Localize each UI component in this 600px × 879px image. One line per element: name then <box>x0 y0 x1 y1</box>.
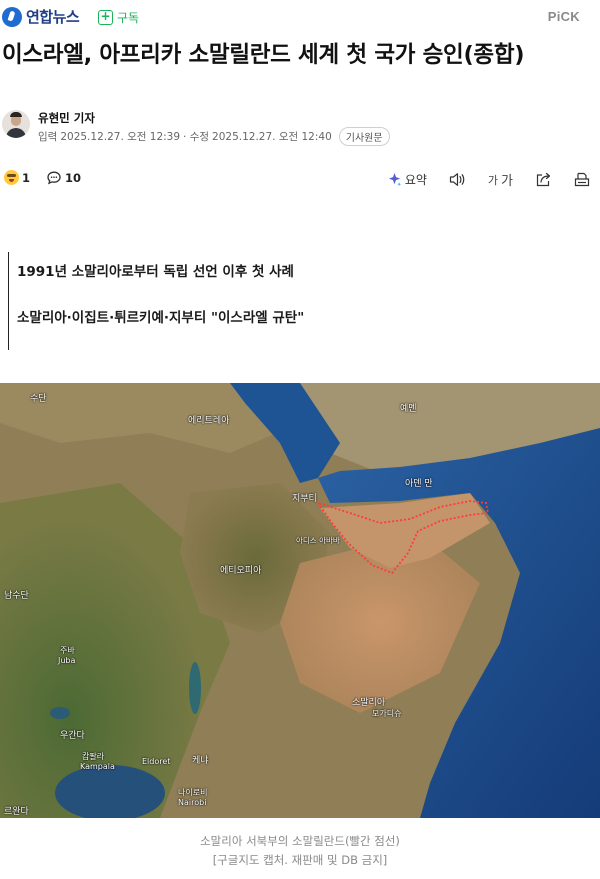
map-label-eldoret: Eldoret <box>142 757 171 766</box>
sparkle-icon <box>388 172 401 187</box>
reaction-count: 1 <box>22 170 31 185</box>
modified-label: · 수정 <box>183 131 210 143</box>
map-label-sudan: 수단 <box>30 394 47 404</box>
comment-icon <box>47 171 61 185</box>
reporter-avatar[interactable] <box>2 110 30 138</box>
map-label-juba-en: Juba <box>58 656 76 665</box>
map-label-uganda: 우간다 <box>60 731 85 741</box>
press-brand[interactable]: 연합뉴스 <box>2 6 80 27</box>
map-label-kampala: 캄팔라 <box>82 752 105 761</box>
map-label-djibouti: 지부티 <box>292 494 317 504</box>
speaker-icon <box>449 173 465 186</box>
summary-line-2: 소말리아·이집트·튀르키예·지부티 "이스라엘 규탄" <box>17 310 305 326</box>
summary-line-1: 1991년 소말리아로부터 독립 선언 이후 첫 사례 <box>17 264 294 280</box>
comment-count: 10 <box>65 171 82 185</box>
subscribe-button[interactable]: + 구독 <box>98 9 139 26</box>
map-label-kenya: 케냐 <box>192 756 209 766</box>
font-size-button[interactable]: 가가 <box>487 170 513 190</box>
map-label-nairobi: 나이로비 <box>178 788 208 797</box>
map-label-somalia: 소말리아 <box>352 698 386 708</box>
map-label-nairobi-en: Nairobi <box>178 798 207 807</box>
map-label-addis-ababa: 아디스 아바바 <box>296 536 340 545</box>
input-label: 입력 <box>38 131 58 143</box>
modified-date: 2025.12.27. 오전 12:40 <box>212 131 332 143</box>
map-label-mogadishu: 모가디슈 <box>372 709 402 718</box>
caption-line-1: 소말리아 서북부의 소말릴란드(빨간 점선) <box>200 834 400 848</box>
input-date: 2025.12.27. 오전 12:39 <box>60 131 181 143</box>
print-icon <box>574 172 590 187</box>
summary-label: 요약 <box>404 173 427 187</box>
article-headline: 이스라엘, 아프리카 소말릴란드 세계 첫 국가 승인(종합) <box>2 42 525 68</box>
article-map-image[interactable]: 수단 에리트레아 예멘 아덴 만 지부티 아디스 아바바 에티오피아 남수단 주… <box>0 383 600 818</box>
map-label-south-sudan: 남수단 <box>4 591 29 601</box>
top-bar: 연합뉴스 + 구독 PiCK <box>0 0 600 34</box>
listen-button[interactable] <box>449 172 466 187</box>
map-label-kampala-en: Kampala <box>80 762 115 771</box>
map-label-juba: 주바 <box>60 646 75 655</box>
image-caption: 소말리아 서북부의 소말릴란드(빨간 점선) [구글지도 캡처. 재판매 및 D… <box>0 832 600 870</box>
reporter-name[interactable]: 유현민 기자 <box>38 110 95 126</box>
summary-button[interactable]: 요약 <box>387 171 427 188</box>
map-label-ethiopia: 에티오피아 <box>220 566 262 576</box>
byline: 유현민 기자 입력 2025.12.27. 오전 12:39 · 수정 2025… <box>2 110 582 146</box>
map-label-rwanda: 르완다 <box>4 807 29 817</box>
article-dates: 입력 2025.12.27. 오전 12:39 · 수정 2025.12.27.… <box>38 127 393 146</box>
brand-logo-icon <box>2 6 22 27</box>
map-label-yemen: 예멘 <box>400 404 417 414</box>
share-button[interactable] <box>535 172 552 187</box>
caption-line-2: [구글지도 캡처. 재판매 및 DB 금지] <box>212 853 388 867</box>
original-article-button[interactable]: 기사원문 <box>338 127 390 146</box>
subscribe-label: 구독 <box>117 11 140 25</box>
brand-name: 연합뉴스 <box>26 8 80 26</box>
laughing-emoji-icon <box>4 170 19 185</box>
pick-badge[interactable]: PiCK <box>548 9 580 24</box>
plus-icon: + <box>98 10 113 25</box>
font-size-large-label: 가 <box>501 174 513 189</box>
map-label-gulf-of-aden: 아덴 만 <box>405 479 433 489</box>
article-summary: 1991년 소말리아로부터 독립 선언 이후 첫 사례 소말리아·이집트·튀르키… <box>8 252 568 350</box>
share-icon <box>536 172 551 187</box>
map-label-eritrea: 에리트레아 <box>188 416 230 426</box>
print-button[interactable] <box>574 172 590 187</box>
reaction-button[interactable]: 1 <box>4 170 30 185</box>
font-size-small-label: 가 <box>487 173 499 187</box>
action-bar: 1 10 요약 가가 <box>0 170 600 192</box>
article-tools: 요약 가가 <box>365 170 590 189</box>
comment-button[interactable]: 10 <box>46 170 81 186</box>
